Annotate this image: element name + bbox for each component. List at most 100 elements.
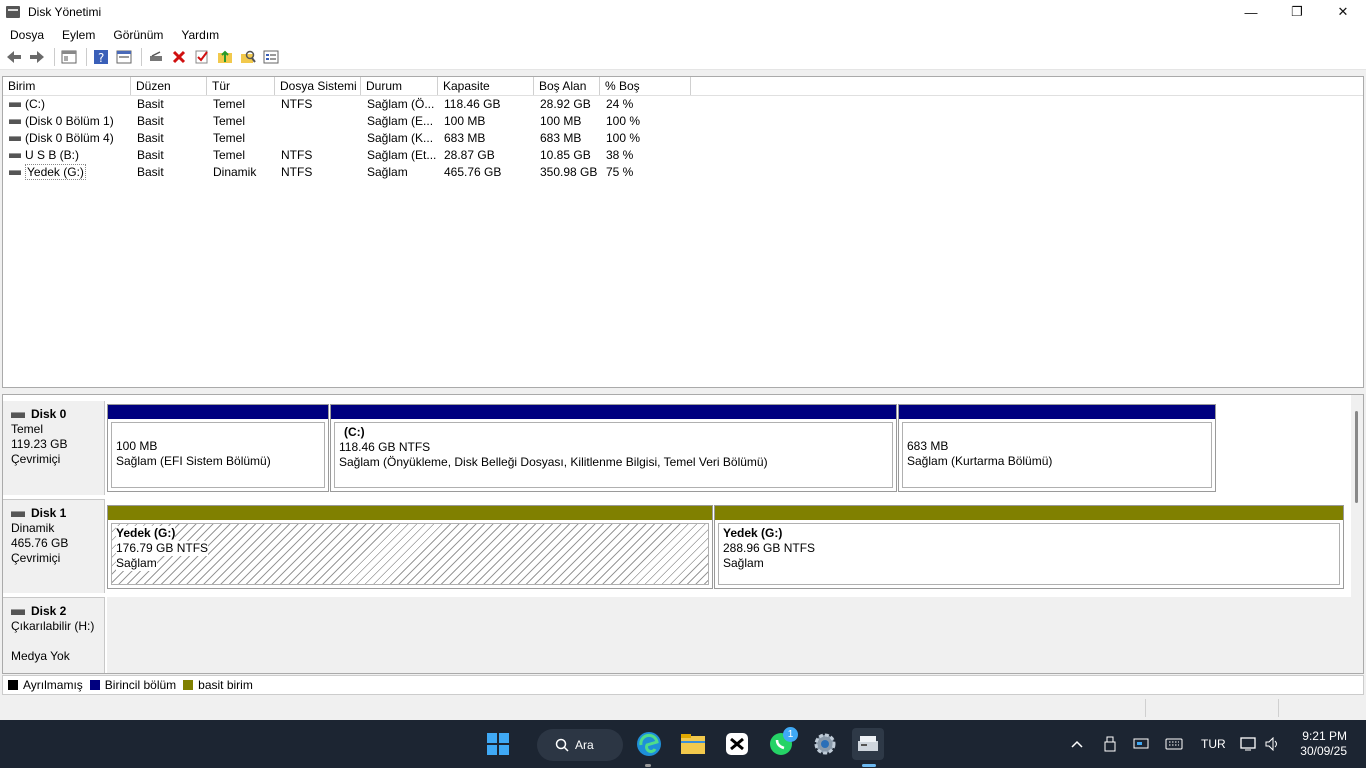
column-header-kapasite[interactable]: Kapasite [438, 77, 534, 95]
disk-icon [11, 411, 25, 418]
disk-size: 119.23 GB [11, 437, 68, 451]
status-cell: Sağlam [367, 165, 408, 179]
menu-dosya[interactable]: Dosya [0, 28, 52, 42]
tray-chevron-icon[interactable] [1070, 720, 1084, 768]
disk-2-info[interactable]: Disk 2 Çıkarılabilir (H:) Medya Yok [3, 597, 105, 673]
status-cell: Sağlam (E... [367, 114, 434, 128]
percent-free-cell: 24 % [606, 97, 634, 111]
partition-status: Sağlam (Kurtarma Bölümü) [907, 454, 1053, 468]
column-header-bos-alan[interactable]: Boş Alan [534, 77, 600, 95]
partition-title: Yedek (G:) [723, 526, 783, 540]
table-row[interactable]: (Disk 0 Bölüm 4) Basit Temel Sağlam (K..… [3, 130, 1363, 147]
connect-drive-icon[interactable] [146, 47, 166, 67]
column-header-dosya-sistemi[interactable]: Dosya Sistemi [275, 77, 361, 95]
language-indicator[interactable]: TUR [1201, 720, 1226, 768]
disk-name: Disk 1 [31, 506, 67, 520]
usb-drive-icon[interactable] [1104, 720, 1116, 768]
volume-speaker-icon[interactable] [1265, 720, 1281, 768]
maximize-button[interactable]: ❐ [1274, 0, 1320, 24]
help-icon[interactable]: ? [91, 47, 111, 67]
disk-management-taskbar-icon[interactable] [852, 728, 884, 760]
console-tree-icon[interactable] [59, 47, 79, 67]
close-button[interactable]: ✕ [1320, 0, 1366, 24]
partition-recovery[interactable]: 683 MB Sağlam (Kurtarma Bölümü) [898, 404, 1216, 492]
status-bar [0, 697, 1366, 719]
list-view-icon[interactable] [261, 47, 281, 67]
table-row[interactable]: (Disk 0 Bölüm 1) Basit Temel Sağlam (E..… [3, 113, 1363, 130]
clock-date: 30/09/25 [1300, 744, 1347, 758]
forward-arrow-icon[interactable] [27, 47, 47, 67]
scrollbar-thumb[interactable] [1355, 411, 1358, 503]
menu-gorunum[interactable]: Görünüm [103, 28, 171, 42]
column-header-duzen[interactable]: Düzen [131, 77, 207, 95]
disk-view-scrollbar[interactable] [1351, 395, 1363, 673]
network-monitor-icon[interactable] [1240, 720, 1258, 768]
column-header-durum[interactable]: Durum [361, 77, 438, 95]
percent-free-cell: 38 % [606, 148, 634, 162]
clock[interactable]: 9:21 PM 30/09/25 [1300, 729, 1347, 759]
search-folder-icon[interactable] [238, 47, 258, 67]
toolbar-divider [86, 48, 87, 66]
partition-title: (C:) [344, 425, 365, 439]
volume-name: (C:) [25, 97, 45, 111]
free-space-cell: 350.98 GB [540, 165, 598, 179]
edge-browser-icon[interactable] [633, 728, 665, 760]
toolbar-divider [141, 48, 142, 66]
column-header-birim[interactable]: Birim [3, 77, 131, 95]
layout-cell: Basit [137, 114, 164, 128]
file-explorer-icon[interactable] [677, 728, 709, 760]
menu-yardim[interactable]: Yardım [171, 28, 227, 42]
volume-name: U S B (B:) [25, 148, 80, 162]
free-space-cell: 10.85 GB [540, 148, 591, 162]
properties-icon[interactable] [114, 47, 134, 67]
keyboard-icon[interactable] [1165, 720, 1183, 768]
volume-name: (Disk 0 Bölüm 4) [25, 131, 114, 145]
partition-efi[interactable]: 100 MB Sağlam (EFI Sistem Bölümü) [107, 404, 329, 492]
status-segment [1278, 699, 1366, 717]
volume-icon [9, 136, 21, 142]
settings-gear-icon[interactable] [809, 728, 841, 760]
disk-status: Çevrimiçi [11, 551, 61, 565]
svg-text:?: ? [98, 51, 104, 65]
delete-icon[interactable] [169, 47, 189, 67]
up-folder-icon[interactable] [215, 47, 235, 67]
capcut-icon[interactable] [721, 728, 753, 760]
partition-size: 118.46 GB NTFS [339, 440, 431, 454]
volume-list-header: Birim Düzen Tür Dosya Sistemi Durum Kapa… [3, 77, 1363, 96]
menu-eylem[interactable]: Eylem [52, 28, 103, 42]
column-header-tur[interactable]: Tür [207, 77, 275, 95]
partition-yedek-2[interactable]: Yedek (G:) 288.96 GB NTFS Sağlam [714, 505, 1344, 589]
legend-label: Birincil bölüm [104, 678, 177, 692]
disk-1-info[interactable]: Disk 1 Dinamik 465.76 GB Çevrimiçi [3, 499, 105, 593]
partition-c[interactable]: (C:) 118.46 GB NTFS Sağlam (Önyükleme, D… [330, 404, 897, 492]
disk-status: Medya Yok [11, 649, 70, 663]
window-title: Disk Yönetimi [28, 5, 102, 19]
filesystem-cell: NTFS [281, 97, 313, 111]
disk-type: Temel [11, 422, 44, 436]
legend-swatch-primary [89, 680, 100, 690]
start-windows-icon[interactable] [482, 728, 514, 760]
partition-color-bar [715, 506, 1343, 520]
disk-status: Çevrimiçi [11, 452, 61, 466]
checkmark-icon[interactable] [192, 47, 212, 67]
disk-management-app-icon [6, 6, 20, 18]
type-cell: Dinamik [213, 165, 257, 179]
percent-free-cell: 100 % [606, 131, 641, 145]
network-device-icon[interactable] [1133, 720, 1149, 768]
partition-yedek-1[interactable]: Yedek (G:) 176.79 GB NTFS Sağlam [107, 505, 713, 589]
type-cell: Temel [213, 148, 246, 162]
volume-icon [9, 170, 21, 176]
table-row[interactable]: U S B (B:) Basit Temel NTFS Sağlam (Et..… [3, 147, 1363, 164]
disk-0-info[interactable]: Disk 0 Temel 119.23 GB Çevrimiçi [3, 401, 105, 495]
legend-swatch-simple [183, 680, 194, 690]
back-arrow-icon[interactable] [4, 47, 24, 67]
table-row[interactable]: Yedek (G:) Basit Dinamik NTFS Sağlam 465… [3, 164, 1363, 181]
taskbar-search-box[interactable]: Ara [537, 729, 623, 761]
running-app-indicator [645, 764, 651, 767]
minimize-button[interactable]: — [1228, 0, 1274, 24]
layout-cell: Basit [137, 97, 164, 111]
column-header-yuzde-bos[interactable]: % Boş [600, 77, 691, 95]
table-row[interactable]: (C:) Basit Temel NTFS Sağlam (Ö... 118.4… [3, 96, 1363, 113]
search-label: Ara [575, 738, 594, 752]
search-icon [555, 738, 569, 752]
